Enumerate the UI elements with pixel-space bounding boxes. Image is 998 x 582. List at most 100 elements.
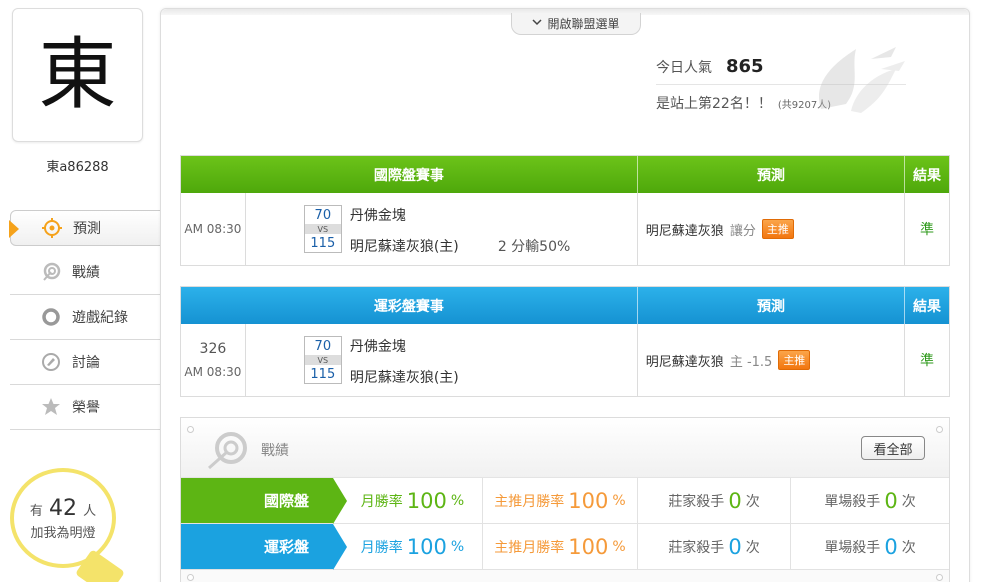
- match-game-cell: 70 VS 115 丹佛金塊 明尼蘇達灰狼(主) 2 分輸50%: [246, 193, 638, 265]
- record-row-lottery: 運彩盤 月勝率 100 % 主推月勝率 100 % 莊家殺手 0 次 單場殺手 …: [181, 524, 949, 570]
- corner-dot: [936, 426, 943, 433]
- featured-monthly-win-rate: 主推月勝率 100 %: [483, 478, 638, 523]
- record-title: 戰績: [261, 443, 289, 459]
- header-game: 運彩盤賽事: [181, 287, 638, 324]
- target-icon: [41, 217, 63, 239]
- sidebar-item-honor[interactable]: 榮譽: [10, 385, 160, 430]
- monthly-win-rate: 月勝率 100 %: [333, 524, 483, 569]
- single-game-killer: 單場殺手 0 次: [791, 524, 949, 569]
- house-killer: 莊家殺手 0 次: [638, 478, 791, 523]
- score-away: 70: [304, 206, 341, 224]
- intl-match-table: 國際盤賽事 預測 結果 AM 08:30 70 VS 115 丹佛金塊 明尼蘇達…: [180, 155, 950, 266]
- score-home: 115: [304, 234, 341, 252]
- match-number: 326: [199, 341, 227, 357]
- fans-count: 42: [49, 496, 77, 521]
- stat-value: 0: [728, 534, 742, 559]
- ring-icon: [40, 306, 62, 328]
- fans-prefix: 有: [29, 504, 43, 519]
- stat-label: 主推月勝率: [494, 493, 565, 510]
- popularity-label: 今日人氣: [656, 59, 712, 76]
- single-game-killer: 單場殺手 0 次: [791, 478, 949, 523]
- house-killer: 莊家殺手 0 次: [638, 524, 791, 569]
- sidebar-item-label: 討論: [72, 355, 100, 371]
- stat-value: 0: [728, 488, 742, 513]
- popularity-value: 865: [726, 56, 764, 77]
- header-prediction: 預測: [638, 287, 906, 324]
- team-home[interactable]: 明尼蘇達灰狼(主): [350, 367, 459, 387]
- score-box: 70 VS 115: [303, 336, 342, 384]
- prediction-team: 明尼蘇達灰狼: [645, 354, 724, 370]
- stat-value: 0: [884, 534, 898, 559]
- sidebar-item-label: 戰績: [72, 265, 100, 281]
- match-odds: 2 分輸50%: [497, 239, 571, 255]
- stat-unit: 次: [901, 539, 916, 556]
- fans-count-line: 有 42 人: [10, 496, 116, 521]
- chevron-down-icon: [532, 18, 543, 29]
- stat-label: 莊家殺手: [668, 539, 725, 556]
- team-away[interactable]: 丹佛金塊: [350, 336, 406, 356]
- discussion-icon: [40, 351, 62, 373]
- stat-value: 100: [568, 488, 609, 513]
- score-box: 70 VS 115: [303, 205, 342, 253]
- result-cell: 準: [920, 353, 935, 369]
- header-prediction: 預測: [638, 156, 906, 193]
- stat-value: 100: [406, 488, 447, 513]
- sidebar-item-game-history[interactable]: 遊戲紀錄: [10, 295, 160, 340]
- corner-dot: [187, 574, 194, 581]
- featured-badge: 主推: [761, 219, 794, 239]
- record-row-intl: 國際盤 月勝率 100 % 主推月勝率 100 % 莊家殺手 0 次 單場殺手 …: [181, 478, 949, 524]
- stat-unit: %: [450, 492, 465, 509]
- monthly-win-rate: 月勝率 100 %: [333, 478, 483, 523]
- avatar[interactable]: 東: [12, 8, 143, 142]
- fans-suffix: 人: [83, 504, 97, 519]
- stat-label: 月勝率: [360, 539, 403, 556]
- stat-label: 單場殺手: [824, 493, 881, 510]
- featured-badge: 主推: [778, 350, 811, 370]
- table-row: AM 08:30 70 VS 115 丹佛金塊 明尼蘇達灰狼(主) 2 分輸50…: [181, 193, 949, 265]
- sidebar-item-record[interactable]: 戰績: [10, 250, 160, 295]
- result-cell: 準: [920, 222, 935, 238]
- stat-unit: 次: [901, 493, 916, 510]
- stat-value: 100: [568, 534, 609, 559]
- record-row-name: 國際盤: [181, 478, 347, 524]
- rank-text: 是站上第22名！！: [656, 96, 772, 112]
- sidebar-item-label: 榮譽: [72, 400, 100, 416]
- sidebar-item-discussion[interactable]: 討論: [10, 340, 160, 385]
- match-time: AM 08:30: [184, 222, 242, 236]
- corner-dot: [187, 426, 194, 433]
- stat-unit: 次: [745, 493, 760, 510]
- record-icon: [208, 432, 247, 470]
- team-home[interactable]: 明尼蘇達灰狼(主): [350, 236, 459, 256]
- prediction-type: 主 -1.5: [729, 354, 773, 370]
- lottery-match-table: 運彩盤賽事 預測 結果 326 AM 08:30 70 VS 115 丹佛金塊 …: [180, 286, 950, 397]
- stat-label: 月勝率: [360, 493, 403, 510]
- team-away[interactable]: 丹佛金塊: [350, 205, 406, 225]
- header-result: 結果: [913, 298, 942, 315]
- fans-bulb[interactable]: 有 42 人 加我為明燈: [10, 468, 125, 582]
- record-header: 戰績 看全部: [181, 418, 949, 478]
- view-all-button[interactable]: 看全部: [861, 436, 925, 460]
- header-game: 國際盤賽事: [181, 156, 638, 193]
- prediction-cell: 明尼蘇達灰狼 讓分 主推: [638, 193, 906, 265]
- record-panel: 戰績 看全部 國際盤 月勝率 100 % 主推月勝率 100 % 莊家殺手 0 …: [180, 417, 950, 582]
- corner-dot: [936, 574, 943, 581]
- featured-monthly-win-rate: 主推月勝率 100 %: [483, 524, 638, 569]
- stat-unit: 次: [745, 539, 760, 556]
- medal-icon: [40, 396, 62, 418]
- match-time-cell: 326 AM 08:30: [181, 324, 246, 396]
- avatar-image: 東: [27, 20, 128, 130]
- table-header: 國際盤賽事 預測 結果: [181, 156, 949, 193]
- stat-value: 0: [884, 488, 898, 513]
- sidebar-item-label: 遊戲紀錄: [72, 310, 128, 326]
- record-footer: [181, 570, 949, 582]
- league-menu-toggle[interactable]: 開啟聯盟選單: [511, 13, 641, 35]
- username: 東a86288: [46, 160, 109, 175]
- record-row-name: 運彩盤: [181, 524, 347, 570]
- stat-unit: %: [612, 538, 626, 555]
- table-row: 326 AM 08:30 70 VS 115 丹佛金塊 明尼蘇達灰狼(主) 明尼…: [181, 324, 949, 396]
- stat-label: 單場殺手: [824, 539, 881, 556]
- sidebar-item-prediction[interactable]: 預測: [9, 210, 168, 246]
- score-home: 115: [304, 365, 341, 383]
- sidebar-nav: 預測 戰績 遊戲紀錄 討論 榮譽: [9, 206, 168, 430]
- stat-unit: %: [612, 492, 626, 509]
